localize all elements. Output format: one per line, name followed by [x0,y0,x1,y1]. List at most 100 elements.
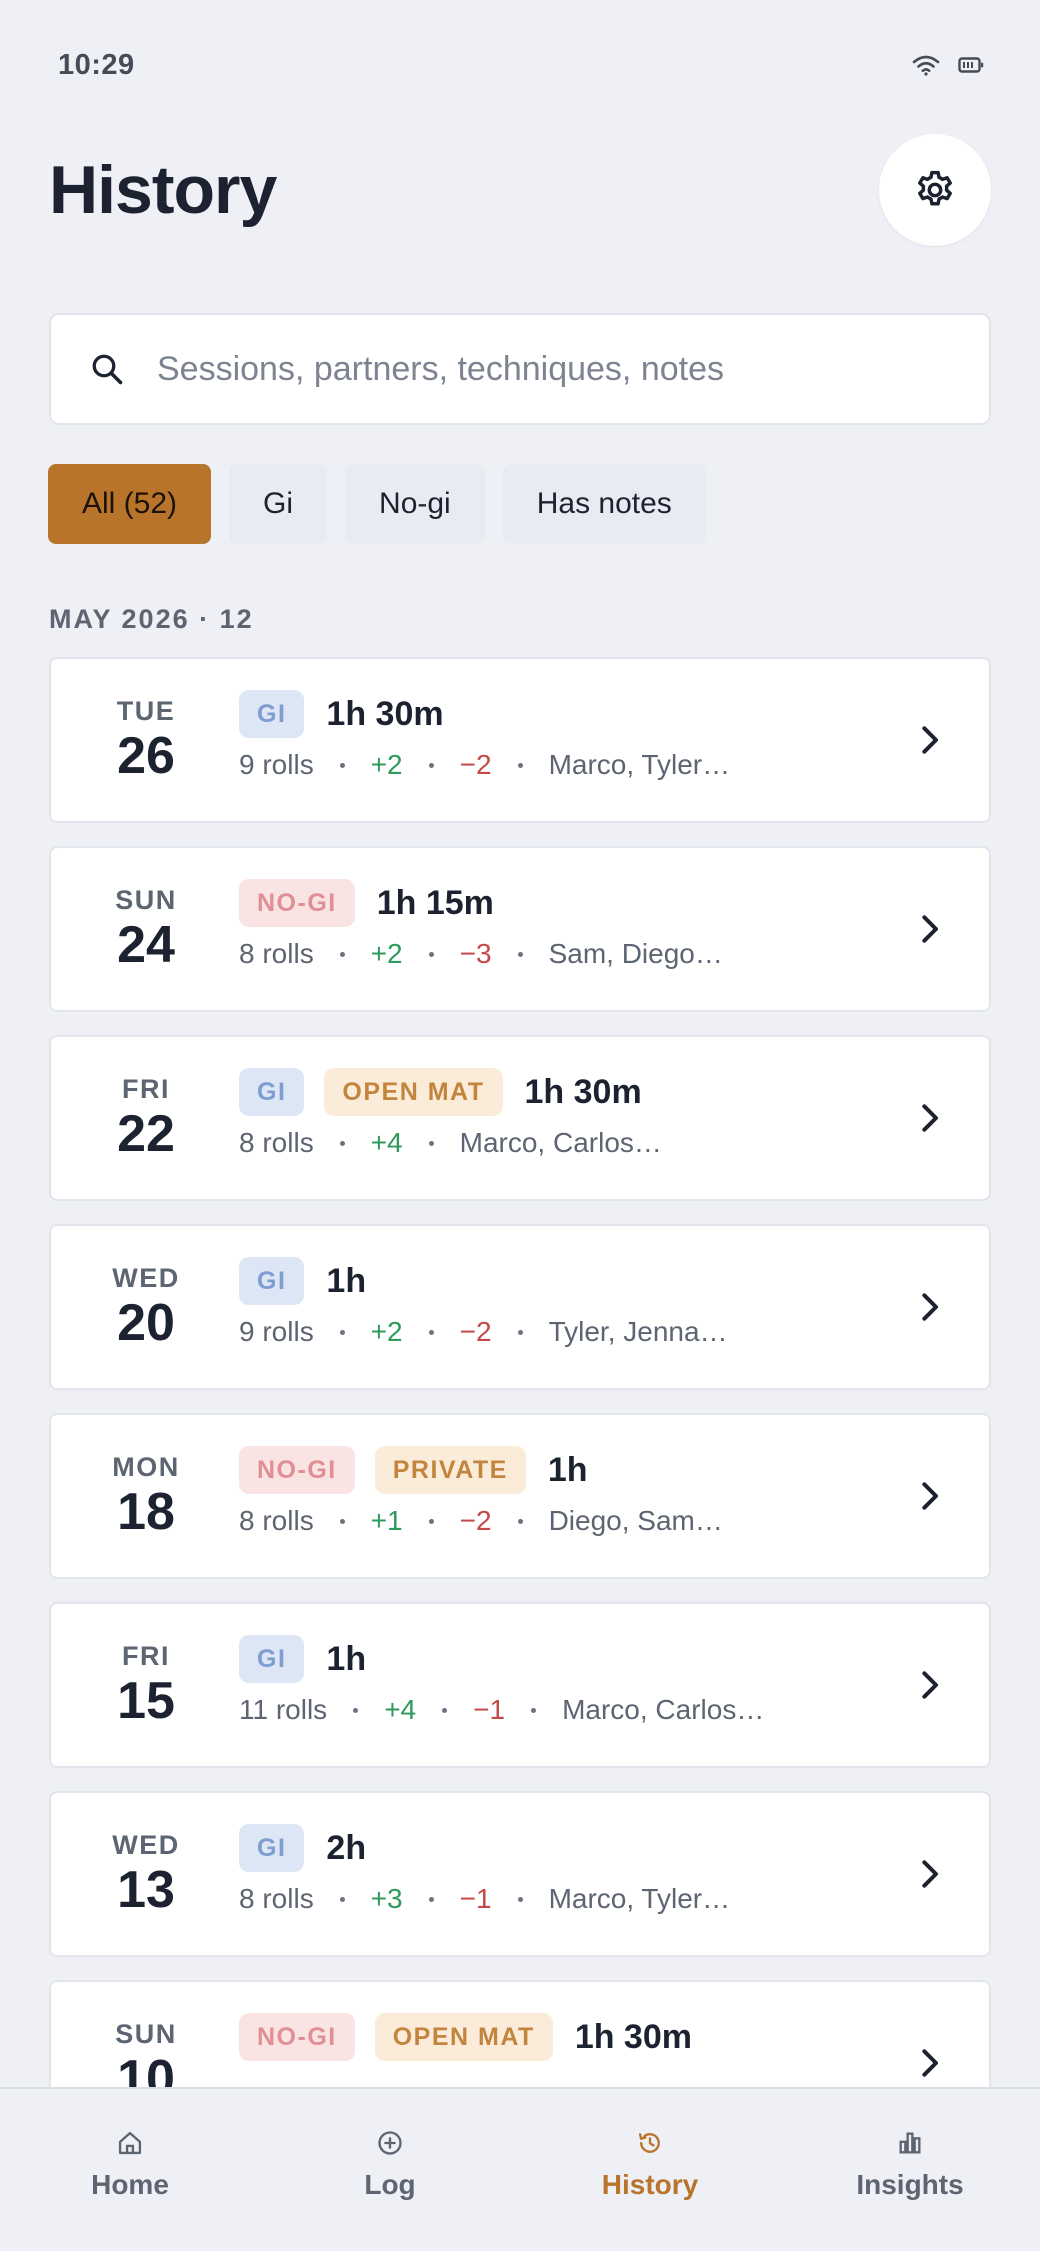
losses: −1 [473,1694,506,1725]
bottom-nav: Home Log History Insights [0,2087,1040,2251]
session-card[interactable]: WED 13 GI 2h 8 rolls +3 −1 Marco, Tyler… [49,1791,991,1957]
chevron-right-icon [922,915,938,943]
roll-count: 8 rolls [239,1127,314,1158]
separator-dot [339,1329,345,1335]
partners: Tyler, Jenna… [548,1316,728,1347]
partners: Marco, Tyler… [548,749,731,780]
battery-icon [958,57,984,73]
separator-dot [339,1896,345,1902]
plus-circle-icon [378,2131,402,2155]
losses: −2 [459,1316,492,1347]
nav-log[interactable]: Log [290,2129,490,2201]
session-duration: 1h 15m [376,883,494,922]
tag-nogi: NO-GI [239,1446,355,1494]
chevron-right-icon [922,726,938,754]
header: History [49,132,991,248]
session-info: GI 1h 11 rolls +4 −1 Marco, Carlos… [239,1634,899,1726]
session-duration: 1h 30m [524,1072,642,1111]
search-bar[interactable] [49,313,991,425]
separator-dot [428,1329,434,1335]
session-duration: 1h 30m [326,694,444,733]
session-duration: 1h [326,1261,367,1300]
day-of-week: SUN [115,2019,177,2050]
separator-dot [339,1518,345,1524]
day-number: 24 [117,916,175,975]
separator-dot [531,1707,537,1713]
session-card[interactable]: TUE 26 GI 1h 30m 9 rolls +2 −2 Marco, Ty… [49,657,991,823]
session-card[interactable]: MON 18 NO-GI PRIVATE 1h 8 rolls +1 −2 Di… [49,1413,991,1579]
nav-home[interactable]: Home [30,2129,230,2201]
day-number: 13 [117,1861,175,1920]
session-info: NO-GI 1h 15m 8 rolls +2 −3 Sam, Diego… [239,878,899,970]
nav-label: History [601,2169,699,2200]
filter-chip-has-notes[interactable]: Has notes [502,464,706,544]
session-card[interactable]: WED 20 GI 1h 9 rolls +2 −2 Tyler, Jenna… [49,1224,991,1390]
roll-count: 8 rolls [239,938,314,969]
session-duration: 1h [326,1639,367,1678]
separator-dot [517,762,523,768]
separator-dot [442,1707,448,1713]
session-card[interactable]: FRI 15 GI 1h 11 rolls +4 −1 Marco, Carlo… [49,1602,991,1768]
separator-dot [353,1707,359,1713]
session-date: FRI 15 [51,1604,241,1766]
tag-private: PRIVATE [374,1446,526,1494]
day-number: 15 [117,1672,175,1731]
filter-chip-nogi[interactable]: No-gi [345,464,485,544]
session-info: GI 2h 8 rolls +3 −1 Marco, Tyler… [239,1823,899,1915]
wins: +1 [370,1505,403,1536]
session-card[interactable]: FRI 22 GI OPEN MAT 1h 30m 8 rolls +4 Mar… [49,1035,991,1201]
day-of-week: MON [112,1452,180,1483]
roll-count: 9 rolls [239,1316,314,1347]
chevron-right-icon [922,1104,938,1132]
search-input[interactable] [157,349,989,389]
day-of-week: WED [112,1263,180,1294]
search-icon [92,354,123,385]
roll-count: 11 rolls [239,1694,328,1725]
session-date: WED 20 [51,1226,241,1388]
tag-gi: GI [239,1257,305,1305]
day-number: 26 [117,727,175,786]
roll-count: 9 rolls [239,749,314,780]
history-icon [638,2133,660,2153]
session-list: TUE 26 GI 1h 30m 9 rolls +2 −2 Marco, Ty… [49,657,991,2169]
separator-dot [339,762,345,768]
filter-chip-all[interactable]: All (52) [48,464,212,544]
tag-open-mat: OPEN MAT [374,2013,553,2061]
session-info: NO-GI OPEN MAT 1h 30m [239,2012,899,2062]
chip-label: No-gi [379,487,451,520]
wins: +4 [384,1694,417,1725]
roll-count: 8 rolls [239,1505,314,1536]
filter-chip-gi[interactable]: Gi [229,464,328,544]
session-card[interactable]: SUN 24 NO-GI 1h 15m 8 rolls +2 −3 Sam, D… [49,846,991,1012]
day-number: 22 [117,1105,175,1164]
session-duration: 1h [547,1450,588,1489]
home-icon [118,2131,142,2155]
session-info: GI 1h 30m 9 rolls +2 −2 Marco, Tyler… [239,689,899,781]
day-of-week: FRI [122,1641,170,1672]
wins: +2 [370,938,403,969]
wins: +3 [370,1883,403,1914]
day-number: 20 [117,1294,175,1353]
nav-insights[interactable]: Insights [810,2129,1010,2201]
partners: Sam, Diego… [548,938,723,969]
wins: +4 [370,1127,403,1158]
nav-label: Insights [856,2169,964,2200]
partners: Diego, Sam… [548,1505,723,1536]
separator-dot [517,1518,523,1524]
day-of-week: TUE [116,696,176,727]
wins: +2 [370,749,403,780]
chip-label: Gi [263,487,294,520]
session-date: FRI 22 [51,1037,241,1199]
tag-open-mat: OPEN MAT [324,1068,503,1116]
settings-button[interactable] [879,134,991,246]
tag-nogi: NO-GI [239,2013,355,2061]
session-date: TUE 26 [51,659,241,821]
status-icons [912,54,984,76]
wifi-icon [912,55,940,76]
tag-gi: GI [239,1824,305,1872]
nav-history[interactable]: History [550,2129,750,2201]
losses: −2 [459,1505,492,1536]
tag-gi: GI [239,690,305,738]
day-of-week: SUN [115,885,177,916]
tag-nogi: NO-GI [239,879,355,927]
